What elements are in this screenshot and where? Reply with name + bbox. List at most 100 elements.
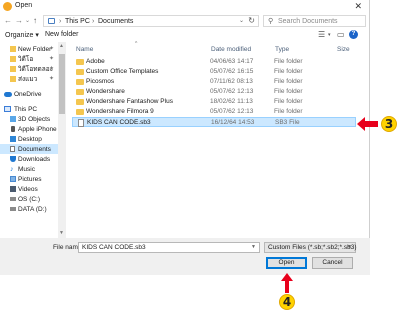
- sidebar-item-label: OneDrive: [14, 91, 42, 98]
- breadcrumb-documents[interactable]: Documents: [98, 17, 133, 26]
- chevron-down-icon[interactable]: ▼: [251, 244, 256, 250]
- pin-icon: ✦: [49, 46, 55, 52]
- computer-icon: [4, 106, 11, 112]
- table-row[interactable]: Wondershare Filmora 9 05/07/62 12:13 Fil…: [72, 107, 356, 117]
- close-icon[interactable]: ✕: [354, 1, 362, 12]
- sidebar-item-onedrive[interactable]: OneDrive: [0, 89, 58, 99]
- column-header-date-modified[interactable]: Date modified: [211, 46, 251, 53]
- file-name: Wondershare Filmora 9: [86, 108, 154, 115]
- sidebar-item-os-c[interactable]: OS (C:): [0, 194, 58, 204]
- pin-icon: ✦: [49, 56, 55, 62]
- open-button[interactable]: Open: [266, 257, 307, 269]
- search-input[interactable]: Search Documents: [278, 17, 338, 26]
- sidebar-scrollbar[interactable]: ▲ ▼: [58, 42, 66, 238]
- file-date: 18/02/62 11:13: [210, 98, 253, 105]
- file-type: File folder: [274, 88, 303, 95]
- breadcrumb-this-pc[interactable]: This PC: [65, 17, 90, 26]
- app-icon: [3, 2, 12, 11]
- drive-icon: [10, 207, 16, 211]
- scroll-up-icon[interactable]: ▲: [59, 43, 64, 49]
- column-header-size[interactable]: Size: [337, 46, 350, 53]
- sidebar-item-music[interactable]: ♪ Music: [0, 164, 58, 174]
- folder-icon: [10, 76, 16, 82]
- pin-icon: ✦: [49, 66, 55, 72]
- sidebar-item-downloads[interactable]: Downloads: [0, 154, 58, 164]
- preview-pane-icon[interactable]: ▭: [337, 30, 345, 39]
- onedrive-cloud-icon: [4, 92, 12, 97]
- sidebar-item-label: Pictures: [18, 176, 42, 183]
- table-row[interactable]: Wondershare 05/07/62 12:13 File folder: [72, 87, 356, 97]
- table-row[interactable]: Custom Office Templates 05/07/62 16:15 F…: [72, 67, 356, 77]
- folder-icon: [76, 89, 84, 95]
- sidebar-item-label: OS (C:): [18, 196, 41, 203]
- sidebar-item-3d-objects[interactable]: 3D Objects: [0, 114, 58, 124]
- file-date: 05/07/62 16:15: [210, 68, 254, 75]
- sidebar-item-this-pc[interactable]: This PC: [0, 104, 58, 114]
- breadcrumb-separator-icon: ›: [92, 18, 95, 25]
- table-row[interactable]: Wondershare Fantashow Plus 18/02/62 11:1…: [72, 97, 356, 107]
- picture-icon: [10, 176, 16, 182]
- address-bar[interactable]: › This PC › Documents ⌄ ↻: [43, 15, 259, 27]
- cube-icon: [10, 116, 16, 122]
- desktop-icon: [10, 136, 16, 142]
- sidebar-item-label: 3D Objects: [18, 116, 51, 123]
- file-date: 04/06/63 14:17: [210, 58, 254, 65]
- navigation-bar: ← → ⌄ ↑ › This PC › Documents ⌄ ↻ ⚲ Sear…: [0, 14, 370, 28]
- sidebar-item-desktop[interactable]: Desktop: [0, 134, 58, 144]
- file-name: Adobe: [86, 58, 105, 65]
- sidebar-item-videos[interactable]: Videos: [0, 184, 58, 194]
- back-arrow-icon[interactable]: ←: [4, 15, 12, 27]
- address-history-chevron-icon[interactable]: ⌄: [239, 17, 244, 24]
- scroll-down-icon[interactable]: ▼: [59, 230, 64, 236]
- dialog-title: Open: [15, 2, 33, 9]
- folder-icon: [10, 66, 16, 72]
- folder-icon: [10, 56, 16, 62]
- folder-icon: [76, 69, 84, 75]
- file-name-value: KIDS CAN CODE.sb3: [82, 244, 146, 251]
- table-row-selected[interactable]: KIDS CAN CODE.sb3 16/12/64 14:53 SB3 Fil…: [72, 117, 356, 127]
- sidebar-item-label: Downloads: [18, 156, 51, 163]
- column-header-name[interactable]: Name: [76, 46, 93, 53]
- view-options-icon[interactable]: ☰: [318, 30, 325, 39]
- file-name-field[interactable]: KIDS CAN CODE.sb3 ▼: [78, 242, 260, 253]
- file-type-filter[interactable]: Custom Files (*.sb;*.sb2;*.sb3) ▼: [264, 242, 357, 253]
- document-icon: [10, 146, 15, 152]
- sidebar-item-pictures[interactable]: Pictures: [0, 174, 58, 184]
- dialog-footer: File name: KIDS CAN CODE.sb3 ▼ Custom Fi…: [0, 238, 370, 275]
- search-box[interactable]: ⚲ Search Documents: [263, 15, 366, 27]
- sidebar-item-data-d[interactable]: DATA (D:): [0, 204, 58, 214]
- sidebar-item-documents[interactable]: Documents: [0, 144, 58, 154]
- chevron-down-icon[interactable]: ▼: [347, 244, 352, 250]
- forward-arrow-icon[interactable]: →: [15, 15, 23, 27]
- organize-button[interactable]: Organize ▾: [5, 31, 39, 39]
- refresh-icon[interactable]: ↻: [248, 16, 255, 25]
- table-row[interactable]: Picosmos 07/11/62 08:13 File folder: [72, 77, 356, 87]
- phone-icon: [11, 126, 15, 132]
- title-bar: Open ✕: [0, 0, 370, 13]
- sidebar-item-apple-iphone[interactable]: Apple iPhone: [0, 124, 58, 134]
- table-row[interactable]: Adobe 04/06/63 14:17 File folder: [72, 57, 356, 67]
- view-chevron-icon[interactable]: ▾: [328, 32, 331, 38]
- folder-icon: [76, 109, 84, 115]
- new-folder-button[interactable]: New folder: [45, 31, 78, 38]
- sidebar-item-label: วิดีโอทดลอง: [18, 66, 53, 73]
- drive-icon: [10, 197, 16, 201]
- recent-locations-chevron-icon[interactable]: ⌄: [25, 15, 30, 27]
- command-toolbar: Organize ▾ New folder ☰ ▾ ▭ ?: [0, 29, 370, 42]
- column-header-type[interactable]: Type: [275, 46, 289, 53]
- file-type: SB3 File: [275, 119, 300, 126]
- file-icon: [78, 119, 84, 127]
- sidebar-item-label: Documents: [18, 146, 51, 153]
- up-arrow-icon[interactable]: ↑: [33, 15, 37, 27]
- sidebar-item-new-folder[interactable]: New Folder ✦: [0, 44, 58, 54]
- cancel-button[interactable]: Cancel: [312, 257, 353, 269]
- sidebar-item-thai-folder-3[interactable]: ส่งแมว ✦: [0, 74, 58, 84]
- file-date: 05/07/62 12:13: [210, 88, 254, 95]
- sidebar-item-thai-folder-2[interactable]: วิดีโอทดลอง ✦: [0, 64, 58, 74]
- scroll-thumb[interactable]: [59, 54, 65, 114]
- file-name: KIDS CAN CODE.sb3: [87, 119, 151, 126]
- folder-icon: [10, 46, 16, 52]
- sidebar-item-thai-folder-1[interactable]: วิดีโอ ✦: [0, 54, 58, 64]
- pin-icon: ✦: [49, 76, 55, 82]
- help-icon[interactable]: ?: [349, 30, 358, 39]
